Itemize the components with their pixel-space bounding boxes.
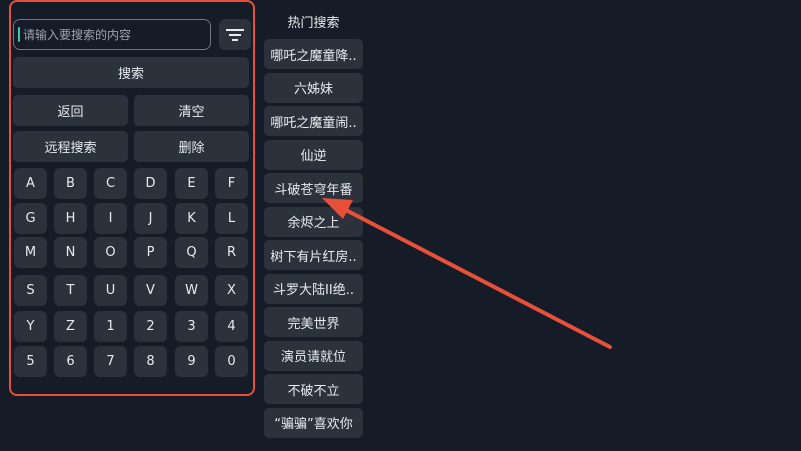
keyboard-key[interactable]: N [54,237,87,268]
hot-search-item[interactable]: 演员请就位 [264,340,363,371]
hot-search-item[interactable]: 仙逆 [264,139,363,170]
hot-search-item[interactable]: 斗罗大陆II绝.. [264,273,363,304]
hot-search-item[interactable]: 完美世界 [264,307,363,337]
keyboard-key[interactable]: J [134,203,167,234]
keyboard-key[interactable]: W [175,275,208,306]
keyboard-key[interactable]: G [14,203,47,234]
keyboard-key[interactable]: 7 [94,346,127,377]
keyboard-key[interactable]: D [134,168,167,199]
back-button[interactable]: 返回 [13,95,128,126]
hot-search-item[interactable]: “骗骗”喜欢你 [264,407,363,438]
keyboard-key[interactable]: L [215,203,248,234]
keyboard-key[interactable]: 5 [14,346,47,377]
keyboard-key[interactable]: A [14,168,47,199]
keyboard-key[interactable]: V [134,275,167,306]
hot-search-item[interactable]: 不破不立 [264,374,363,404]
keyboard-key[interactable]: P [134,237,167,268]
keyboard-key[interactable]: H [54,203,87,234]
hot-search-item[interactable]: 哪吒之魔童闹.. [264,106,363,136]
keyboard-key[interactable]: S [14,275,47,306]
hot-search-item[interactable]: 六姊妹 [264,72,363,103]
hot-search-item[interactable]: 余烬之上 [264,206,363,237]
keyboard-key[interactable]: R [215,237,248,268]
filter-button[interactable] [219,19,251,50]
keyboard-key[interactable]: U [94,275,127,306]
keyboard-key[interactable]: 6 [54,346,87,377]
keyboard-key[interactable]: C [94,168,127,199]
hot-search-title: 热门搜索 [287,16,340,31]
keyboard-key[interactable]: Z [54,311,87,342]
remote-search-button[interactable]: 远程搜索 [13,131,128,162]
keyboard-key[interactable]: 0 [215,346,248,377]
keyboard-key[interactable]: 1 [94,311,127,342]
hot-search-item[interactable]: 斗破苍穹年番 [264,173,363,203]
keyboard-key[interactable]: M [14,237,47,268]
keyboard-key[interactable]: X [215,275,248,306]
search-button[interactable]: 搜索 [13,57,249,88]
keyboard-key[interactable]: K [175,203,208,234]
keyboard-key[interactable]: F [215,168,248,199]
keyboard-key[interactable]: T [54,275,87,306]
keyboard-key[interactable]: 3 [175,311,208,342]
keyboard-key[interactable]: 9 [175,346,208,377]
keyboard-key[interactable]: Y [14,311,47,342]
keyboard-key[interactable]: 8 [134,346,167,377]
keyboard-key[interactable]: I [94,203,127,234]
keyboard-key[interactable]: Q [175,237,208,268]
hot-search-list: 哪吒之魔童降.. 六姊妹 哪吒之魔童闹.. 仙逆 斗破苍穹年番 余烬之上 树下有… [264,39,363,441]
search-input[interactable] [13,19,211,50]
keyboard-key[interactable]: O [94,237,127,268]
keyboard-key[interactable]: 4 [215,311,248,342]
hot-search-item[interactable]: 树下有片红房.. [264,240,363,270]
hot-search-item[interactable]: 哪吒之魔童降.. [264,39,363,69]
delete-button[interactable]: 删除 [134,131,249,162]
text-caret [18,27,20,42]
keyboard-key[interactable]: B [54,168,87,199]
clear-button[interactable]: 清空 [134,95,249,126]
keyboard-key[interactable]: 2 [134,311,167,342]
filter-icon [226,28,244,41]
keyboard-key[interactable]: E [175,168,208,199]
search-bar [13,19,251,50]
